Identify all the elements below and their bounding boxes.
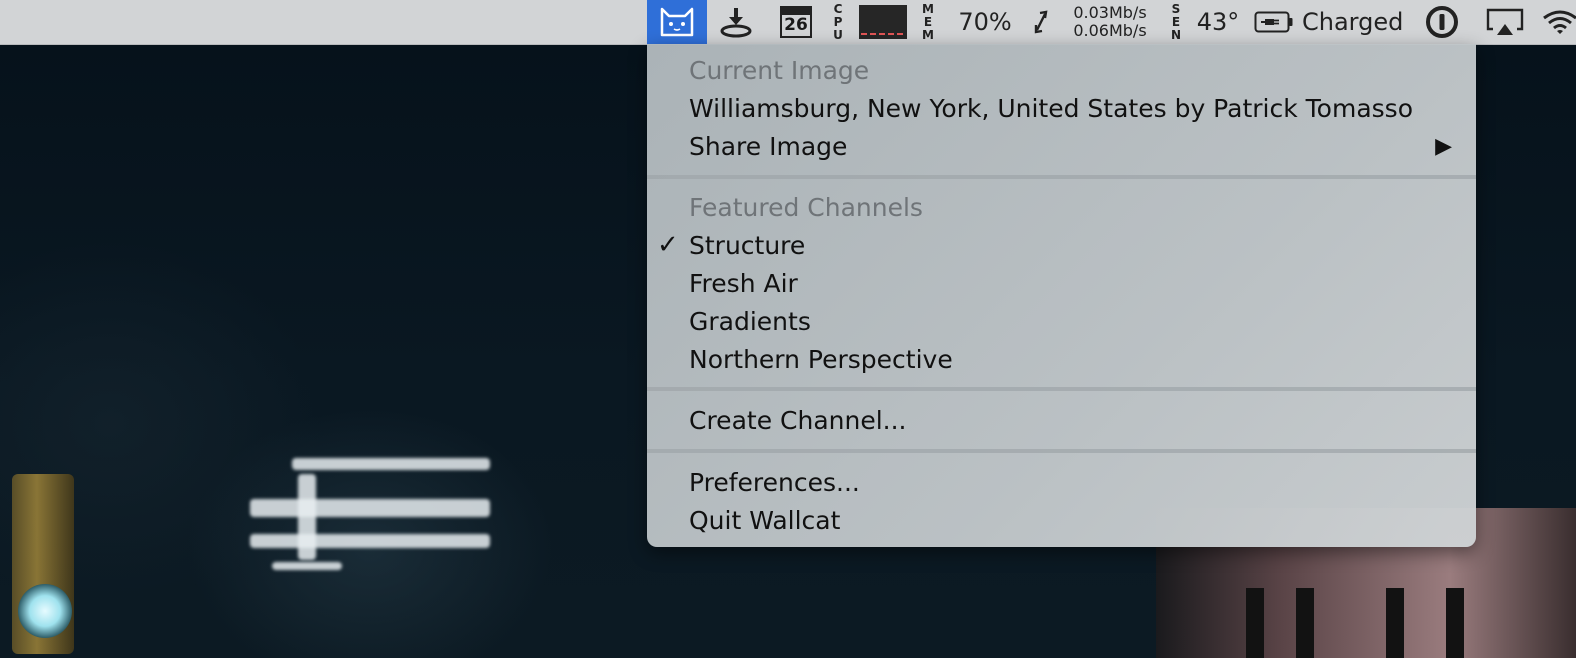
- download-icon: [720, 8, 752, 38]
- network-menu-extra[interactable]: [1026, 0, 1056, 44]
- menu-section-current-image: Current Image: [647, 51, 1476, 89]
- wallcat-menu-extra[interactable]: [647, 0, 707, 44]
- share-image-label: Share Image: [689, 131, 848, 161]
- menu-section-featured-channels: Featured Channels: [647, 188, 1476, 226]
- channel-label: Structure: [689, 230, 806, 260]
- wifi-menu-extra[interactable]: [1540, 0, 1576, 44]
- sensor-letter: S: [1171, 1, 1181, 16]
- cpu-label: C P U: [828, 0, 848, 44]
- airplay-icon: [1486, 8, 1524, 35]
- sensor-letter: N: [1170, 27, 1182, 42]
- battery-status: Charged: [1302, 8, 1404, 36]
- menu-item-channel-fresh-air[interactable]: Fresh Air: [647, 264, 1476, 302]
- cat-icon: [660, 7, 694, 37]
- building-window: [1386, 588, 1404, 658]
- cpu-letter: P: [833, 14, 843, 29]
- net-download-speed: 0.06Mb/s: [1073, 21, 1147, 40]
- battery-menu-extra[interactable]: Charged: [1254, 0, 1408, 44]
- light-streak: [272, 562, 342, 570]
- net-upload-speed: 0.03Mb/s: [1073, 3, 1147, 22]
- wallcat-dropdown-menu: Current Image Williamsburg, New York, Un…: [647, 44, 1476, 547]
- temperature-menu-extra[interactable]: 43°: [1192, 0, 1244, 44]
- menu-separator: [647, 387, 1476, 391]
- menu-item-quit[interactable]: Quit Wallcat: [647, 501, 1476, 539]
- download-menu-extra[interactable]: [714, 0, 758, 44]
- network-speed[interactable]: 0.03Mb/s 0.06Mb/s: [1062, 0, 1158, 44]
- preferences-label: Preferences...: [689, 467, 860, 497]
- battery-plug-icon: [1254, 11, 1293, 33]
- light-streak: [250, 499, 490, 517]
- menu-bar: 26 C P U M E M 70% 0.03Mb/s 0.06Mb/s S E…: [0, 0, 1576, 45]
- checkmark-icon: ✓: [657, 230, 679, 260]
- menu-item-channel-northern-perspective[interactable]: Northern Perspective: [647, 340, 1476, 378]
- menu-separator: [647, 449, 1476, 453]
- building-window: [1446, 588, 1464, 658]
- mem-letter: M: [922, 1, 934, 16]
- mem-menu-extra[interactable]: 70%: [952, 0, 1018, 44]
- cpu-letter: U: [833, 27, 843, 42]
- create-channel-label: Create Channel...: [689, 405, 907, 435]
- quit-label: Quit Wallcat: [689, 505, 841, 535]
- 1password-menu-extra[interactable]: [1420, 0, 1464, 44]
- section-title: Featured Channels: [689, 192, 923, 222]
- building-window: [1296, 588, 1314, 658]
- menu-item-create-channel[interactable]: Create Channel...: [647, 401, 1476, 439]
- light-streak: [292, 458, 490, 470]
- menu-item-image-credit[interactable]: Williamsburg, New York, United States by…: [647, 89, 1476, 127]
- calendar-day: 26: [784, 15, 808, 35]
- image-credit-label: Williamsburg, New York, United States by…: [689, 93, 1413, 123]
- calendar-icon: 26: [780, 6, 812, 38]
- calendar-menu-extra[interactable]: 26: [776, 0, 816, 44]
- mem-label: M E M: [918, 0, 938, 44]
- sensor-letter: E: [1171, 14, 1181, 29]
- airplay-menu-extra[interactable]: [1480, 0, 1530, 44]
- building-window: [1246, 588, 1264, 658]
- menu-separator: [647, 175, 1476, 179]
- mem-percent: 70%: [958, 8, 1012, 36]
- temperature-value: 43°: [1196, 8, 1240, 36]
- traffic-lamp-shape: [18, 584, 72, 638]
- mem-letter: M: [922, 27, 934, 42]
- menu-item-channel-gradients[interactable]: Gradients: [647, 302, 1476, 340]
- light-streak: [298, 474, 316, 560]
- menu-item-share-image[interactable]: Share Image ▶: [647, 127, 1476, 165]
- channel-label: Fresh Air: [689, 268, 798, 298]
- cpu-usage-graph: [859, 5, 907, 39]
- section-title: Current Image: [689, 55, 870, 85]
- channel-label: Northern Perspective: [689, 344, 953, 374]
- cpu-letter: C: [833, 1, 843, 16]
- light-streak: [250, 534, 490, 548]
- 1password-icon: [1426, 6, 1458, 38]
- submenu-arrow-icon: ▶: [1435, 133, 1452, 159]
- network-arrows-icon: [1034, 10, 1048, 34]
- cpu-graph-menu-extra[interactable]: [858, 0, 908, 44]
- menu-item-preferences[interactable]: Preferences...: [647, 463, 1476, 501]
- wifi-icon: [1543, 10, 1576, 34]
- menu-item-channel-structure[interactable]: ✓ Structure: [647, 226, 1476, 264]
- sensor-label: S E N: [1166, 0, 1186, 44]
- mem-letter: E: [923, 14, 933, 29]
- channel-label: Gradients: [689, 306, 811, 336]
